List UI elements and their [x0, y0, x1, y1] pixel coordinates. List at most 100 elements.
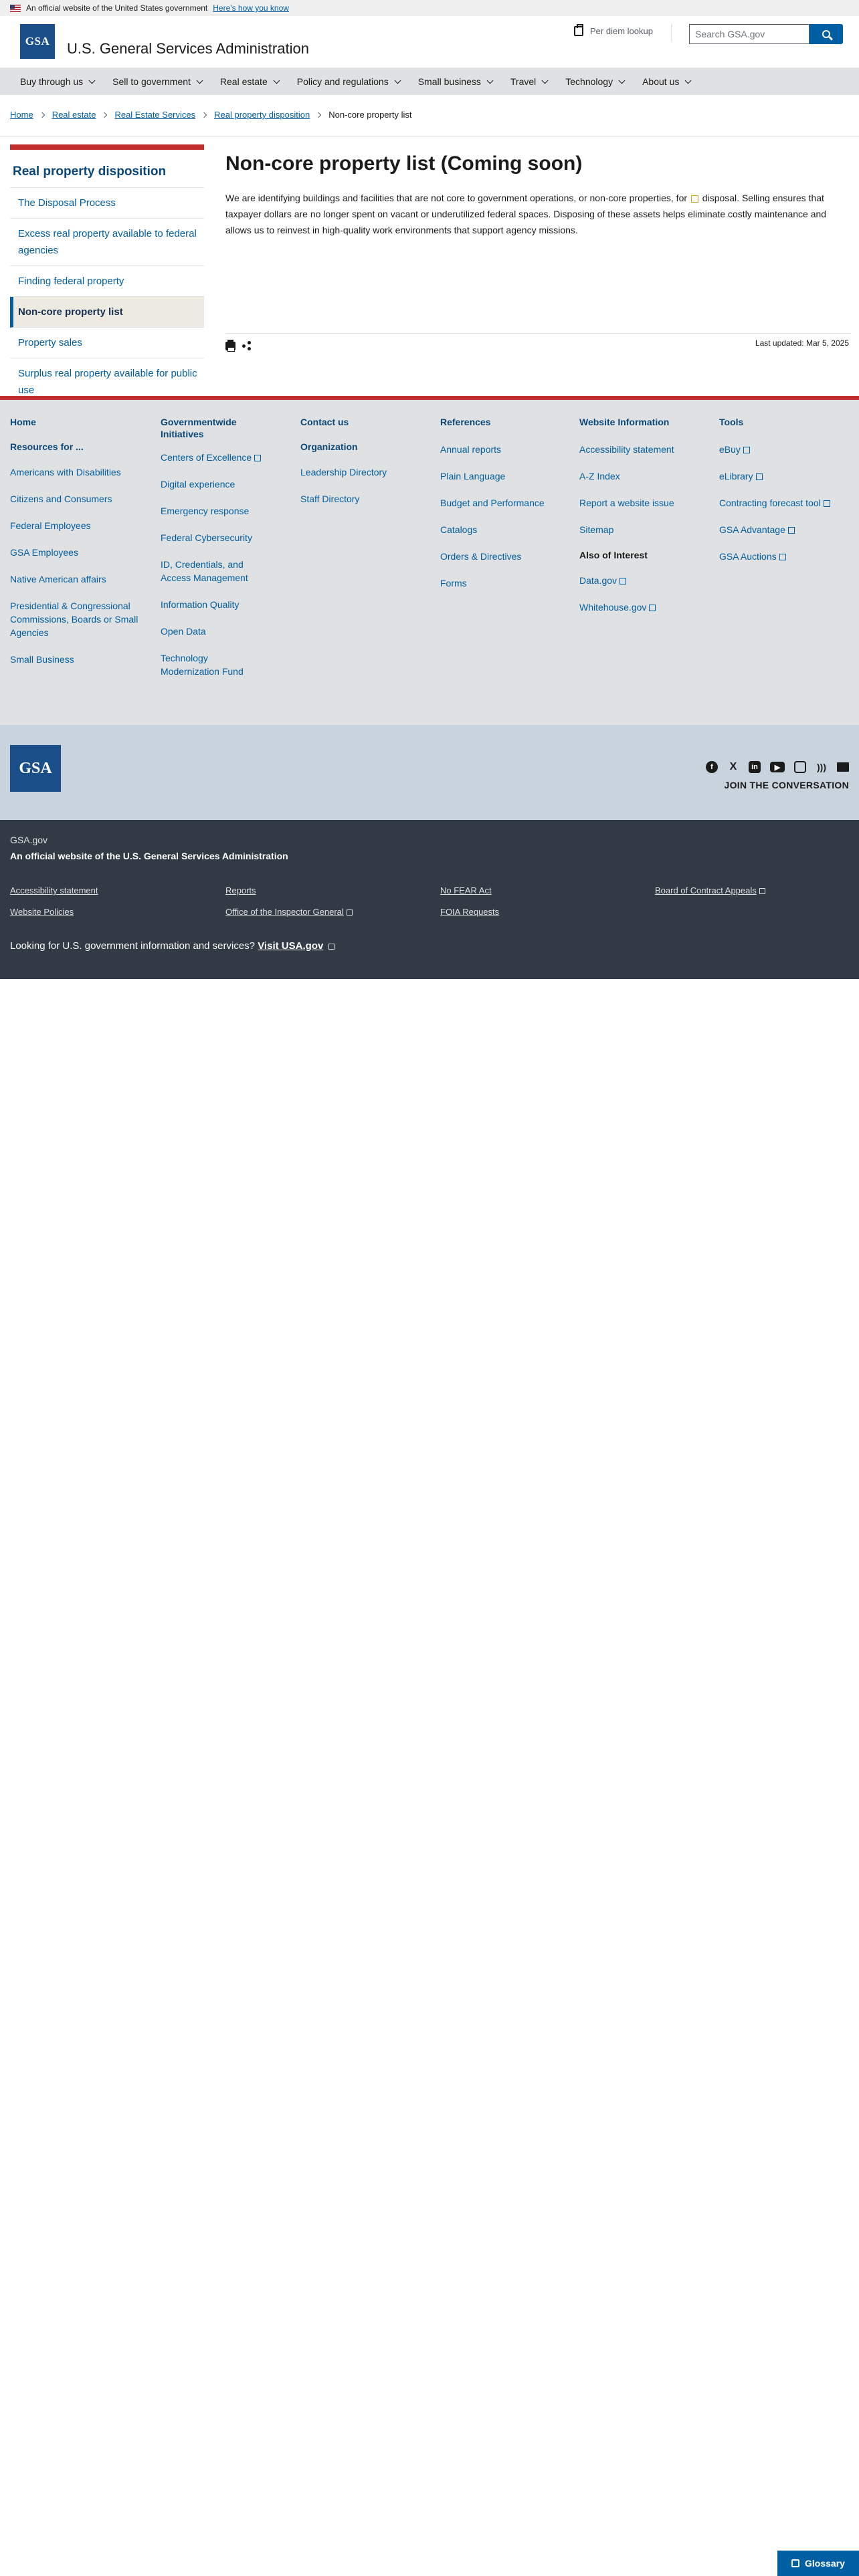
footer-link-label: eBuy — [719, 444, 741, 455]
footer-link[interactable]: GSA Auctions — [719, 550, 850, 563]
footer-link[interactable]: Contracting forecast tool — [719, 496, 850, 510]
external-link-icon — [346, 909, 353, 916]
gov-banner: An official website of the United States… — [0, 0, 859, 16]
footer-heading[interactable]: Contact us — [300, 416, 431, 428]
identifier-link[interactable]: Board of Contract Appeals — [655, 885, 765, 895]
search-input[interactable] — [689, 24, 809, 44]
footer-link[interactable]: Report a website issue — [579, 496, 710, 510]
rss-icon[interactable]: ))) — [816, 761, 828, 773]
instagram-icon[interactable] — [794, 761, 806, 773]
footer-link[interactable]: Plain Language — [440, 469, 571, 483]
sidebar-item-finding-federal-property[interactable]: Finding federal property — [10, 266, 204, 297]
footer-heading[interactable]: Tools — [719, 416, 850, 428]
nav-item-real-estate[interactable]: Real estate — [219, 76, 280, 87]
footer-link[interactable]: Data.gov — [579, 574, 710, 587]
sidebar-nav: Real property disposition The Disposal P… — [10, 144, 204, 406]
facebook-icon[interactable]: f — [706, 761, 718, 773]
footer-link[interactable]: Digital experience — [161, 477, 291, 491]
sidebar-item-property-sales[interactable]: Property sales — [10, 328, 204, 358]
nav-item-buy-through-us[interactable]: Buy through us — [20, 76, 96, 87]
nav-label: Real estate — [219, 76, 268, 87]
nav-item-about-us[interactable]: About us — [642, 76, 692, 87]
footer-link[interactable]: Open Data — [161, 625, 291, 638]
external-link-icon — [649, 605, 656, 612]
footer-link[interactable]: ID, Credentials, and Access Management — [161, 558, 261, 584]
search-button[interactable] — [809, 24, 843, 44]
footer-link[interactable]: A-Z Index — [579, 469, 710, 483]
youtube-icon[interactable]: ▶ — [770, 762, 785, 772]
footer-link[interactable]: Presidential & Congressional Commissions… — [10, 599, 140, 639]
share-icon[interactable] — [242, 341, 252, 350]
nav-item-small-business[interactable]: Small business — [417, 76, 494, 87]
sidebar-item-disposal-process[interactable]: The Disposal Process — [10, 188, 204, 219]
footer-link-label: eLibrary — [719, 471, 753, 481]
footer-link[interactable]: Americans with Disabilities — [10, 465, 140, 479]
footer-heading[interactable]: Website Information — [579, 416, 710, 428]
footer-link-label: GSA Auctions — [719, 551, 777, 562]
footer-link[interactable]: Staff Directory — [300, 492, 431, 506]
footer-link[interactable]: Whitehouse.gov — [579, 601, 710, 614]
footer-link[interactable]: GSA Employees — [10, 546, 140, 559]
per-diem-lookup-link[interactable]: Per diem lookup — [574, 24, 653, 36]
linkedin-icon[interactable]: in — [749, 761, 761, 773]
x-icon[interactable]: X — [727, 761, 739, 773]
breadcrumb-real-estate[interactable]: Real estate — [52, 110, 96, 120]
footer-link[interactable]: Technology Modernization Fund — [161, 651, 261, 678]
footer-link[interactable]: Centers of Excellence — [161, 451, 291, 464]
footer-col-initiatives: Governmentwide Initiatives Centers of Ex… — [161, 416, 291, 691]
footer-link[interactable]: Catalogs — [440, 523, 571, 536]
identifier-link[interactable]: FOIA Requests — [440, 907, 499, 917]
footer-link[interactable]: Sitemap — [579, 523, 710, 536]
footer-link[interactable]: Native American affairs — [10, 572, 140, 586]
footer-link[interactable]: Annual reports — [440, 443, 571, 456]
nav-label: Small business — [417, 76, 481, 87]
identifier-link[interactable]: Office of the Inspector General — [225, 907, 353, 917]
footer-link-label: Centers of Excellence — [161, 452, 252, 463]
footer-link[interactable]: Federal Cybersecurity — [161, 531, 291, 544]
nav-item-travel[interactable]: Travel — [510, 76, 549, 87]
breadcrumb-real-estate-services[interactable]: Real Estate Services — [114, 110, 195, 120]
footer-link[interactable]: Citizens and Consumers — [10, 492, 140, 506]
gsa-logo[interactable]: GSA — [20, 24, 55, 59]
sidebar-item-excess-real-property[interactable]: Excess real property available to federa… — [10, 219, 204, 266]
site-title[interactable]: U.S. General Services Administration — [67, 40, 309, 58]
chevron-down-icon — [541, 77, 549, 84]
footer-link[interactable]: Emergency response — [161, 504, 291, 518]
footer-heading[interactable]: References — [440, 416, 571, 428]
footer-link[interactable]: Federal Employees — [10, 519, 140, 532]
identifier-link[interactable]: No FEAR Act — [440, 885, 492, 895]
identifier-link[interactable]: Website Policies — [10, 907, 74, 917]
glossary-button[interactable]: Glossary — [777, 2551, 859, 2576]
footer-link[interactable]: eLibrary — [719, 469, 850, 483]
usa-gov-link[interactable]: Visit USA.gov — [258, 940, 323, 952]
footer-heading[interactable]: Home — [10, 416, 140, 428]
sidebar-heading[interactable]: Real property disposition — [10, 150, 204, 188]
footer-link[interactable]: Forms — [440, 576, 571, 590]
breadcrumb-real-property-disposition[interactable]: Real property disposition — [214, 110, 310, 120]
footer-link[interactable]: Budget and Performance — [440, 496, 571, 510]
footer-link[interactable]: Small Business — [10, 653, 140, 666]
footer-link[interactable]: Leadership Directory — [300, 465, 431, 479]
identifier-link[interactable]: Accessibility statement — [10, 885, 98, 895]
footer-link-label: Contracting forecast tool — [719, 498, 821, 508]
footer-subheading: Organization — [300, 441, 358, 452]
footer-gsa-logo[interactable]: GSA — [10, 745, 61, 792]
identifier-link[interactable]: Reports — [225, 885, 256, 895]
nav-item-policy-and-regulations[interactable]: Policy and regulations — [297, 76, 401, 87]
sidebar-item-non-core-property-list[interactable]: Non-core property list — [10, 297, 204, 328]
nav-item-sell-to-government[interactable]: Sell to government — [112, 76, 203, 87]
footer-subheading: Resources for ... — [10, 441, 84, 452]
breadcrumb-home[interactable]: Home — [10, 110, 33, 120]
heres-how-you-know-link[interactable]: Here's how you know — [213, 3, 289, 13]
footer-link[interactable]: Information Quality — [161, 598, 291, 611]
email-icon[interactable] — [837, 762, 849, 772]
print-icon[interactable] — [225, 339, 235, 352]
footer-link[interactable]: Accessibility statement — [579, 443, 710, 456]
external-link-icon[interactable] — [690, 195, 698, 203]
intro-text-part1: We are identifying buildings and facilit… — [225, 193, 688, 203]
footer-link[interactable]: eBuy — [719, 443, 850, 456]
footer-link[interactable]: Orders & Directives — [440, 550, 571, 563]
footer-heading[interactable]: Governmentwide Initiatives — [161, 416, 248, 440]
nav-item-technology[interactable]: Technology — [565, 76, 626, 87]
footer-link[interactable]: GSA Advantage — [719, 523, 850, 536]
